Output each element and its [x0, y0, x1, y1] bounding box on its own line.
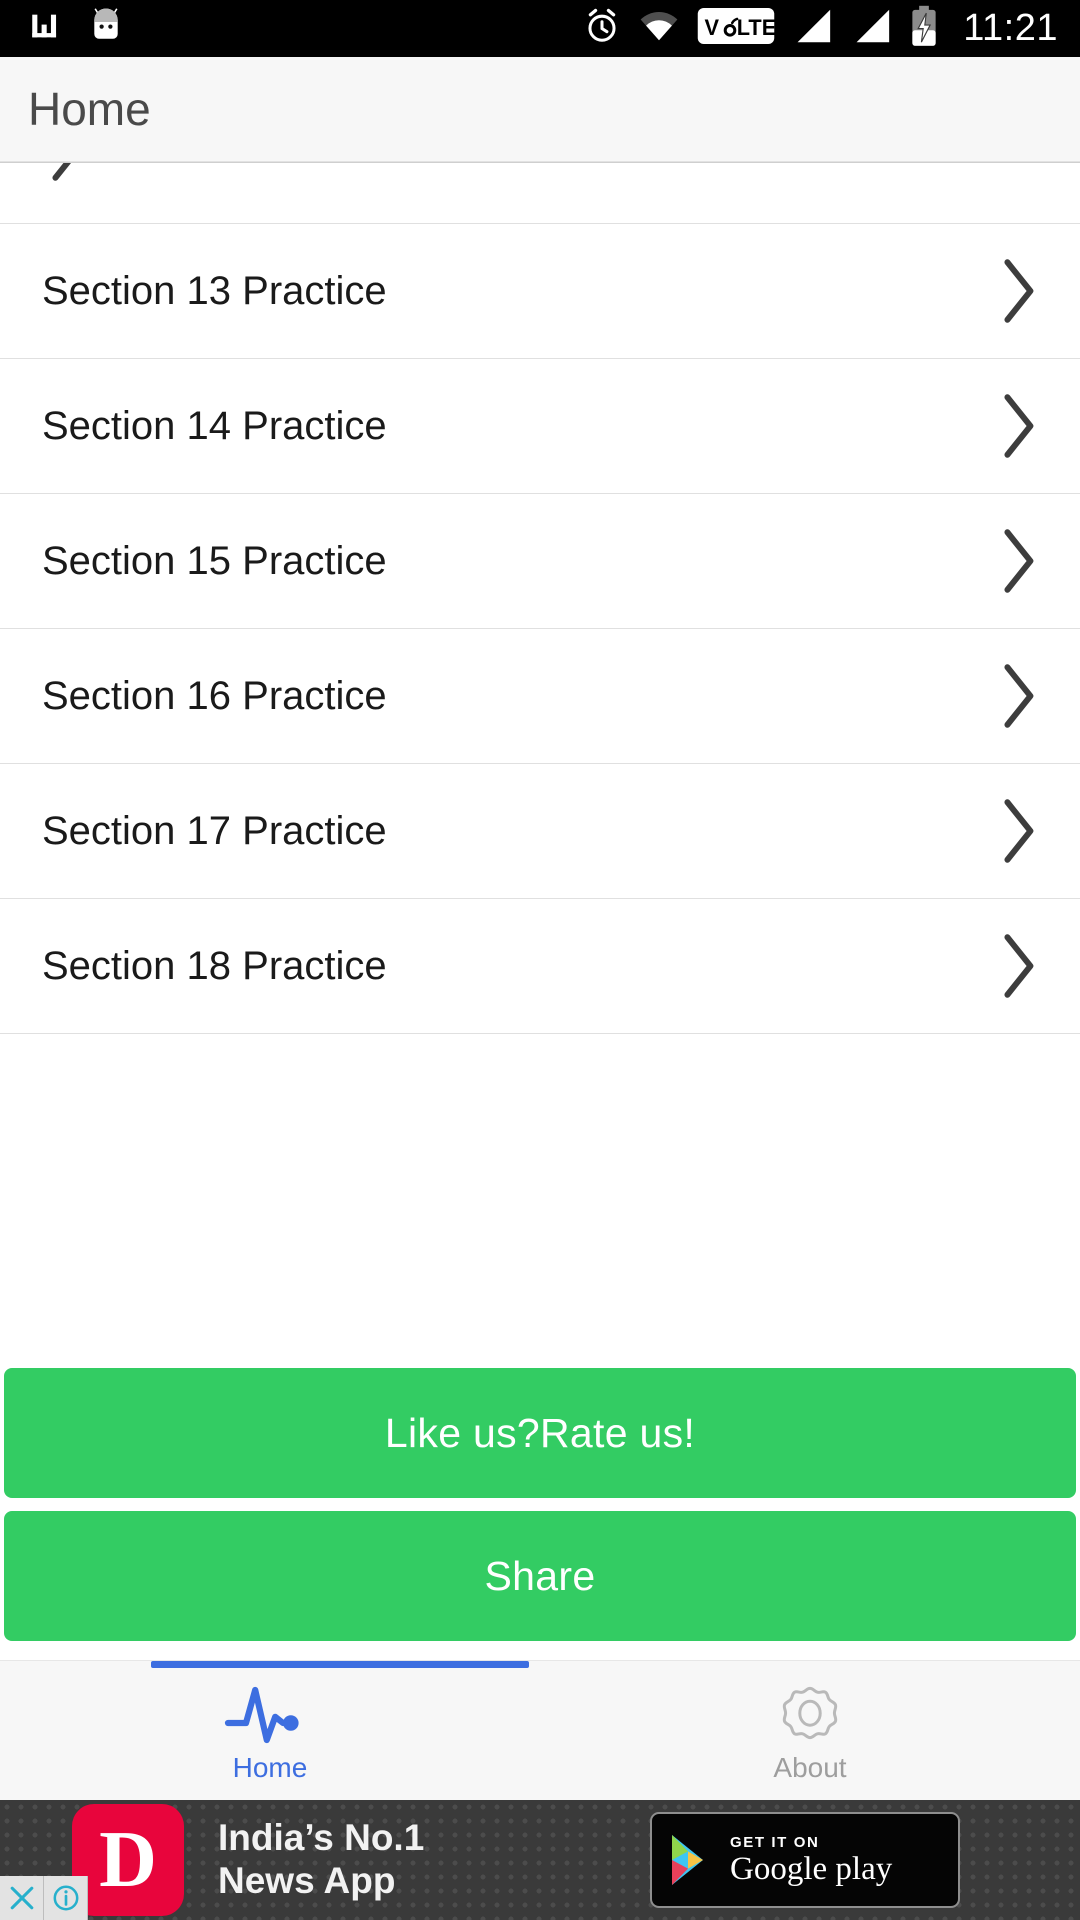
wifi-icon [638, 9, 680, 48]
ad-headline-line-2: News App [218, 1860, 396, 1901]
bar-chart-icon [28, 9, 62, 48]
app-bar: Home [0, 57, 1080, 162]
section-list[interactable]: Section 13 Practice Section 14 Practice … [0, 162, 1080, 1360]
gear-icon [773, 1684, 847, 1746]
share-button[interactable]: Share [4, 1511, 1076, 1641]
signal-2-icon [851, 8, 893, 49]
status-bar-left-icons [28, 7, 124, 50]
phone-screen: V LTE 11:21 Home Section 13 Practice Sec… [0, 0, 1080, 1920]
list-item-section-17[interactable]: Section 17 Practice [0, 764, 1080, 899]
google-play-badge[interactable]: GET IT ON Google play [650, 1812, 960, 1908]
list-item-partial[interactable] [0, 162, 1080, 224]
chevron-right-icon [994, 796, 1040, 866]
close-x-icon[interactable] [0, 1876, 44, 1920]
svg-text:LTE: LTE [737, 15, 775, 40]
list-item-label: Section 13 Practice [42, 268, 387, 313]
list-item-label: Section 14 Practice [42, 403, 387, 448]
list-item-section-15[interactable]: Section 15 Practice [0, 494, 1080, 629]
action-buttons: Like us?Rate us! Share [0, 1360, 1080, 1660]
battery-charging-icon [910, 5, 938, 52]
pulse-heartbeat-icon [222, 1684, 318, 1746]
google-play-triangle-icon [666, 1831, 718, 1889]
active-tab-indicator [151, 1661, 530, 1668]
volte-badge: V LTE [697, 7, 776, 50]
play-badge-get-it-on: GET IT ON [730, 1833, 820, 1851]
rate-us-button[interactable]: Like us?Rate us! [4, 1368, 1076, 1498]
chevron-right-icon [994, 931, 1040, 1001]
android-mascot-icon [88, 7, 124, 50]
chevron-right-icon [994, 526, 1040, 596]
tab-home-label: Home [232, 1751, 308, 1783]
advertiser-logo-icon: D [72, 1804, 184, 1916]
signal-1-icon [792, 8, 834, 49]
list-item-label: Section 17 Practice [42, 808, 387, 853]
info-icon[interactable] [44, 1876, 88, 1920]
ad-headline: India’s No.1 News App [218, 1817, 424, 1903]
list-item-section-14[interactable]: Section 14 Practice [0, 359, 1080, 494]
ad-controls [0, 1876, 88, 1920]
bottom-tab-bar: Home About [0, 1660, 1080, 1800]
play-badge-store-name: Google play [730, 1850, 893, 1887]
list-item-label: Section 18 Practice [42, 943, 387, 988]
page-title: Home [28, 83, 151, 135]
list-item-section-13[interactable]: Section 13 Practice [0, 224, 1080, 359]
alarm-icon [583, 7, 621, 50]
list-item-label: Section 15 Practice [42, 538, 387, 583]
list-item-section-18[interactable]: Section 18 Practice [0, 899, 1080, 1034]
ad-headline-line-1: India’s No.1 [218, 1817, 425, 1859]
chevron-right-icon [994, 391, 1040, 461]
list-item-label: Section 16 Practice [42, 673, 387, 718]
chevron-right-icon [42, 163, 88, 184]
ad-banner[interactable]: D India’s No.1 News App GET IT ON Google… [0, 1800, 1080, 1920]
status-bar: V LTE 11:21 [0, 0, 1080, 57]
chevron-right-icon [994, 256, 1040, 326]
list-item-section-16[interactable]: Section 16 Practice [0, 629, 1080, 764]
status-bar-right-icons: V LTE 11:21 [583, 5, 1058, 52]
svg-text:V: V [705, 15, 720, 40]
tab-about-label: About [773, 1751, 847, 1783]
chevron-right-icon [994, 661, 1040, 731]
tab-home[interactable]: Home [0, 1661, 540, 1800]
tab-about[interactable]: About [540, 1661, 1080, 1800]
status-bar-clock: 11:21 [963, 7, 1058, 49]
